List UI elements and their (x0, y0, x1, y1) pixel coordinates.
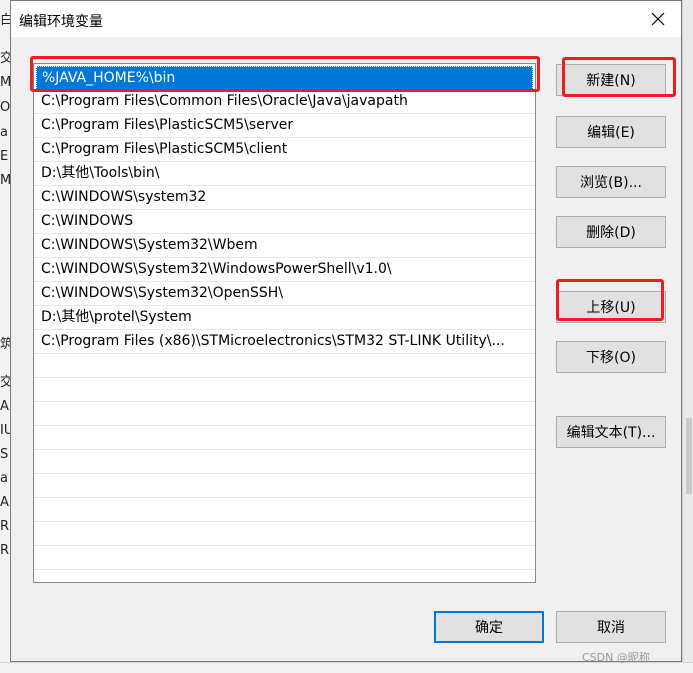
empty-list-row[interactable] (34, 474, 535, 498)
empty-list-row[interactable] (34, 498, 535, 522)
empty-list-row[interactable] (34, 354, 535, 378)
edit-environment-variable-dialog: 编辑环境变量 %JAVA_HOME%\bin C:\Program Files\… (10, 0, 682, 662)
background-scrollbar-thumb (686, 418, 692, 494)
ok-button[interactable]: 确定 (434, 611, 544, 643)
new-button[interactable]: 新建(N) (556, 64, 666, 96)
path-list-item[interactable]: C:\WINDOWS (34, 210, 535, 234)
bg-fragment: a (0, 471, 8, 486)
path-list-item[interactable]: C:\WINDOWS\System32\Wbem (34, 234, 535, 258)
empty-list-row[interactable] (34, 426, 535, 450)
browse-button[interactable]: 浏览(B)... (556, 166, 666, 198)
watermark: CSDN @昵称 (582, 651, 650, 664)
bg-fragment: S (0, 447, 9, 462)
bg-fragment: R (0, 543, 10, 558)
empty-list-row[interactable] (34, 402, 535, 426)
empty-list-row[interactable] (34, 378, 535, 402)
path-list-item[interactable]: C:\Program Files\PlasticSCM5\client (34, 138, 535, 162)
close-icon (651, 12, 665, 26)
edit-button[interactable]: 编辑(E) (556, 116, 666, 148)
path-list-item-selected[interactable]: %JAVA_HOME%\bin (36, 66, 533, 90)
bg-fragment: R (0, 519, 10, 534)
path-list[interactable]: %JAVA_HOME%\bin C:\Program Files\Common … (33, 63, 536, 583)
path-list-item[interactable]: C:\Program Files\PlasticSCM5\server (34, 114, 535, 138)
path-list-item[interactable]: C:\WINDOWS\System32\WindowsPowerShell\v1… (34, 258, 535, 282)
cancel-button[interactable]: 取消 (556, 611, 666, 643)
bg-fragment: A (0, 495, 9, 510)
empty-list-row[interactable] (34, 546, 535, 570)
dialog-title: 编辑环境变量 (19, 14, 103, 30)
dialog-titlebar: 编辑环境变量 (11, 1, 681, 37)
move-down-button[interactable]: 下移(O) (556, 341, 666, 373)
bg-fragment: a (0, 125, 8, 140)
empty-list-row[interactable] (34, 450, 535, 474)
delete-button[interactable]: 删除(D) (556, 216, 666, 248)
path-list-item[interactable]: D:\其他\protel\System (34, 306, 535, 330)
bg-fragment: E (0, 149, 9, 164)
empty-list-row[interactable] (34, 522, 535, 546)
background-window-right (682, 0, 693, 672)
path-list-item[interactable]: C:\Program Files\Common Files\Oracle\Jav… (34, 90, 535, 114)
path-list-item[interactable]: D:\其他\Tools\bin\ (34, 162, 535, 186)
bg-fragment: A (0, 399, 9, 414)
path-list-item[interactable]: C:\WINDOWS\System32\OpenSSH\ (34, 282, 535, 306)
path-list-item[interactable]: C:\Program Files (x86)\STMicroelectronic… (34, 330, 535, 354)
path-list-item[interactable]: C:\WINDOWS\system32 (34, 186, 535, 210)
close-button[interactable] (635, 1, 681, 37)
edit-text-button[interactable]: 编辑文本(T)... (556, 416, 666, 448)
move-up-button[interactable]: 上移(U) (556, 291, 666, 323)
